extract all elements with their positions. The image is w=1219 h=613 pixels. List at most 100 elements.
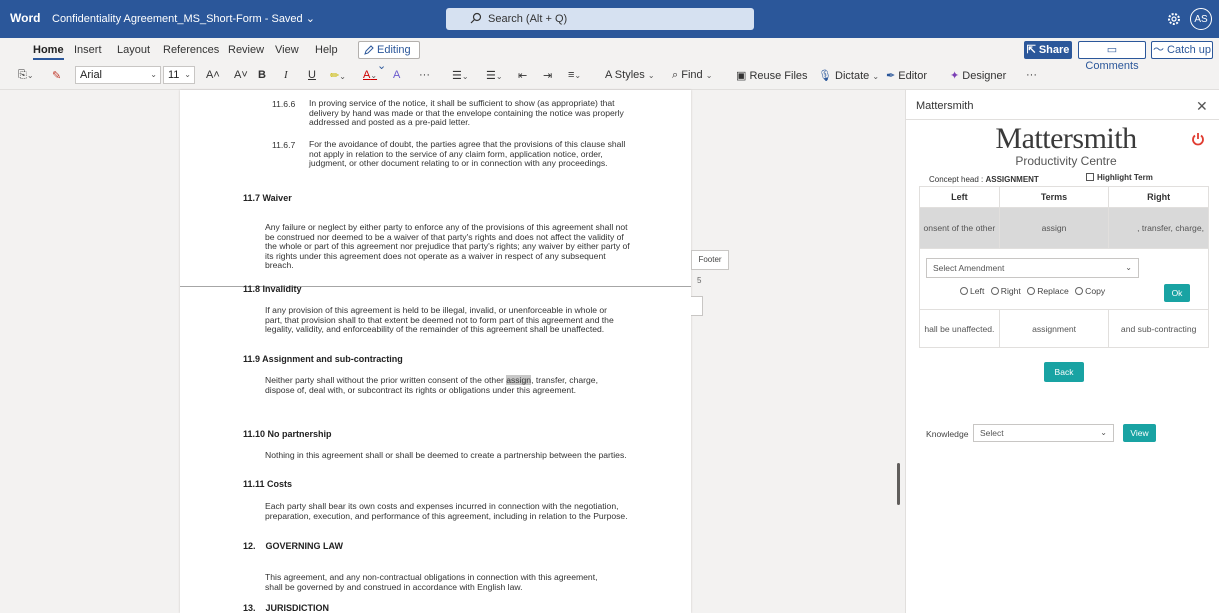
close-icon[interactable]: ✕: [1196, 98, 1208, 115]
underline-icon[interactable]: U: [308, 69, 316, 81]
editor-icon: ✒: [886, 70, 899, 82]
avatar[interactable]: AS: [1190, 8, 1212, 30]
knowledge-placeholder: Select: [980, 428, 1004, 438]
brand-subtitle: Productivity Centre: [1015, 154, 1117, 168]
font-name-select[interactable]: Arial ⌄: [75, 66, 161, 84]
font-size-select[interactable]: 11 ⌄: [163, 66, 195, 84]
cell-left: onsent of the other: [919, 207, 1000, 249]
bullets-icon[interactable]: ☰⌄: [452, 69, 469, 82]
radio-label: Replace: [1037, 286, 1069, 296]
designer-button[interactable]: ✦ Designer: [950, 69, 1006, 82]
footer-tab[interactable]: Footer: [691, 250, 729, 270]
scrollbar-thumb[interactable]: [897, 463, 900, 505]
comments-button[interactable]: ▭ Comments: [1078, 41, 1146, 72]
increase-indent-icon[interactable]: ⇥: [543, 69, 552, 82]
back-button[interactable]: Back: [1044, 362, 1084, 382]
find-button[interactable]: ⌕ Find ⌄: [672, 69, 712, 82]
highlighted-term: assign: [506, 375, 532, 385]
italic-icon[interactable]: I: [284, 69, 288, 81]
terms-table-row2: hall be unaffected. assignment and sub-c…: [919, 309, 1209, 348]
editor-button[interactable]: ✒ Editor: [886, 69, 927, 82]
tab-insert[interactable]: Insert: [74, 44, 102, 56]
numbering-icon[interactable]: ☰⌄: [486, 69, 503, 82]
amendment-placeholder: Select Amendment: [933, 263, 1005, 273]
formatting-toolbar: ⎘⌄ ✎ Arial ⌄ 11 ⌄ A˄ A˅ B I U ✏⌄ A⌄ A ··· …: [0, 64, 1219, 88]
search-placeholder: Search (Alt + Q): [488, 13, 568, 25]
paste-icon[interactable]: ⎘⌄: [18, 69, 34, 82]
amendment-select[interactable]: Select Amendment ⌄: [926, 258, 1139, 278]
title-bar: Word Confidentiality Agreement_MS_Short-…: [0, 0, 1219, 38]
amendment-options: Left Right Replace Copy: [960, 286, 1105, 296]
grow-font-icon[interactable]: A˄: [206, 69, 220, 81]
tab-review[interactable]: Review: [228, 44, 264, 56]
designer-icon: ✦: [950, 70, 963, 82]
radio-label: Copy: [1085, 286, 1106, 296]
footer-box: [691, 296, 703, 316]
gear-icon[interactable]: [1166, 11, 1182, 27]
editing-mode-button[interactable]: Editing ⌄: [358, 41, 420, 72]
section-heading: 12. GOVERNING LAW: [243, 541, 344, 551]
share-icon: ⇱: [1026, 44, 1039, 56]
clause-text: In proving service of the notice, it sha…: [309, 98, 624, 128]
search-icon: [470, 12, 482, 24]
find-label: Find: [681, 69, 703, 81]
text-effects-icon[interactable]: A: [393, 69, 400, 81]
column-header-terms: Terms: [998, 186, 1110, 208]
clause-text: Any failure or neglect by either party t…: [265, 222, 630, 271]
search-box[interactable]: Search (Alt + Q): [446, 8, 754, 30]
table-row[interactable]: onsent of the other assign , transfer, c…: [919, 207, 1209, 249]
microphone-icon: 🎙: [818, 70, 836, 82]
tab-references[interactable]: References: [163, 44, 219, 56]
view-button[interactable]: View: [1123, 424, 1156, 442]
app-name[interactable]: Word: [10, 11, 40, 25]
section-heading: 11.9 Assignment and sub-contracting: [243, 354, 403, 364]
share-button[interactable]: ⇱ Share: [1024, 41, 1072, 59]
alignment-icon[interactable]: ≡⌄: [568, 69, 581, 81]
panel-header: Mattersmith ✕: [906, 90, 1219, 120]
power-icon[interactable]: [1191, 132, 1205, 146]
shrink-font-icon[interactable]: A˅: [234, 69, 248, 81]
clause-text: Nothing in this agreement shall or shall…: [265, 450, 627, 460]
brand-logo: Mattersmith: [995, 122, 1137, 155]
radio-right[interactable]: Right: [990, 286, 1021, 296]
dictate-button[interactable]: 🎙 Dictate ⌄: [818, 69, 879, 82]
styles-button[interactable]: A Styles ⌄: [605, 69, 655, 81]
terms-table: Left Terms Right onsent of the other ass…: [919, 186, 1209, 249]
highlight-term-checkbox[interactable]: Highlight Term: [1086, 173, 1153, 182]
format-painter-icon[interactable]: ✎: [52, 69, 61, 82]
term-link[interactable]: assignment: [998, 309, 1110, 348]
reuse-files-button[interactable]: ▣ Reuse Files: [736, 69, 808, 82]
document-page[interactable]: 11.6.6 In proving service of the notice,…: [180, 90, 691, 613]
chevron-down-icon: ⌄: [1100, 428, 1107, 437]
footer-page-number: 5: [697, 276, 702, 285]
cell-right: and sub-contracting: [1108, 309, 1209, 348]
tab-home[interactable]: Home: [33, 44, 64, 60]
decrease-indent-icon[interactable]: ⇤: [518, 69, 527, 82]
designer-label: Designer: [962, 70, 1007, 82]
tab-help[interactable]: Help: [315, 44, 338, 56]
document-title[interactable]: Confidentiality Agreement_MS_Short-Form …: [52, 12, 315, 25]
highlight-icon[interactable]: ✏⌄: [330, 69, 346, 82]
search-icon: ⌕: [672, 69, 682, 81]
tab-layout[interactable]: Layout: [117, 44, 150, 56]
more-options-button[interactable]: ···: [1026, 69, 1037, 81]
radio-replace[interactable]: Replace: [1027, 286, 1069, 296]
table-row[interactable]: hall be unaffected. assignment and sub-c…: [919, 309, 1209, 348]
catch-up-button[interactable]: 〜 Catch up: [1151, 41, 1213, 59]
font-color-icon[interactable]: A⌄: [363, 69, 377, 81]
bold-icon[interactable]: B: [258, 69, 266, 81]
radio-label: Right: [1000, 286, 1021, 296]
more-font-options-icon[interactable]: ···: [419, 69, 430, 81]
tab-view[interactable]: View: [275, 44, 299, 56]
ok-button[interactable]: Ok: [1164, 284, 1190, 302]
chevron-down-icon: ⌄: [150, 70, 157, 79]
font-name-value: Arial: [80, 69, 103, 81]
chevron-down-icon: ⌄: [872, 72, 880, 81]
section-heading: 11.7 Waiver: [243, 193, 292, 203]
radio-copy[interactable]: Copy: [1075, 286, 1105, 296]
radio-left[interactable]: Left: [960, 286, 984, 296]
pencil-icon: [364, 45, 374, 55]
amendment-area: Select Amendment ⌄ Left Right Replace Cop…: [919, 248, 1209, 310]
knowledge-select[interactable]: Select ⌄: [973, 424, 1114, 442]
term-link[interactable]: assign: [998, 207, 1110, 249]
